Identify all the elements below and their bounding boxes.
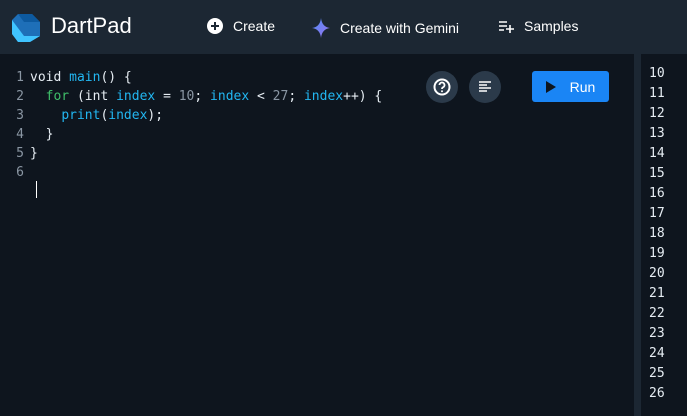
code-token: index <box>303 89 344 104</box>
code-token: print <box>61 108 101 123</box>
app-title: DartPad <box>51 13 132 38</box>
code-token: ; <box>194 89 211 104</box>
output-line: 22 <box>649 306 665 321</box>
add-circle-icon <box>207 18 223 34</box>
output-line: 13 <box>649 126 665 141</box>
output-line: 25 <box>649 366 665 381</box>
line-number: 6 <box>16 165 24 180</box>
output-line: 18 <box>649 226 665 241</box>
gemini-sparkle-icon <box>312 18 330 38</box>
console-output: 10 11 12 13 14 15 16 17 18 19 20 21 22 23 24 25 26 <box>641 54 687 416</box>
line-number: 3 <box>16 108 24 123</box>
format-button[interactable] <box>469 71 501 103</box>
code-token: = <box>155 89 179 104</box>
code-token: 27 <box>272 89 289 104</box>
output-line: 14 <box>649 146 665 161</box>
app-header: DartPad Create Create with Gemini Sample… <box>0 0 687 54</box>
output-line: 24 <box>649 346 665 361</box>
code-token: index <box>210 89 250 104</box>
code-token: index <box>116 89 156 104</box>
help-icon <box>433 78 451 96</box>
output-line: 11 <box>649 86 665 101</box>
format-align-left-icon <box>479 81 491 92</box>
create-with-gemini-button[interactable]: Create with Gemini <box>312 18 459 38</box>
code-line[interactable]: 2 for (int index = 10; index < 27; index… <box>0 87 382 106</box>
code-line[interactable]: 4 } <box>0 125 382 144</box>
text-cursor <box>36 181 37 198</box>
output-line: 10 <box>649 66 665 81</box>
dart-logo-icon <box>12 14 40 42</box>
output-line: 17 <box>649 206 665 221</box>
code-token: for <box>30 89 70 104</box>
code-token: < <box>249 89 273 104</box>
code-line[interactable]: 6 <box>0 163 382 182</box>
line-number: 5 <box>16 146 24 161</box>
output-line: 23 <box>649 326 665 341</box>
create-button[interactable]: Create <box>207 18 275 34</box>
line-number: 4 <box>16 127 24 142</box>
code-token: } <box>30 127 54 142</box>
code-line[interactable]: 3 print(index); <box>0 106 382 125</box>
code-lines[interactable]: 1 void main() { 2 for (int index = 10; ind… <box>0 68 382 182</box>
code-token: ); <box>147 108 164 123</box>
run-label: Run <box>569 78 596 95</box>
code-token: void <box>30 70 70 85</box>
line-number: 1 <box>16 70 24 85</box>
output-line: 21 <box>649 286 665 301</box>
help-button[interactable] <box>426 71 458 103</box>
output-line: 19 <box>649 246 665 261</box>
code-token: main <box>69 70 101 85</box>
code-token: 10 <box>178 89 195 104</box>
code-token: ; <box>288 89 304 104</box>
code-token: (int <box>69 89 117 104</box>
samples-label: Samples <box>524 18 579 34</box>
panel-splitter[interactable] <box>634 54 641 416</box>
line-number: 2 <box>16 89 24 104</box>
output-line: 15 <box>649 166 665 181</box>
playlist-add-icon <box>499 21 514 33</box>
code-editor[interactable]: 1 void main() { 2 for (int index = 10; ind… <box>0 54 634 416</box>
code-line[interactable]: 5} <box>0 144 382 163</box>
output-line: 16 <box>649 186 665 201</box>
code-token: ++) { <box>343 89 383 104</box>
create-with-gemini-label: Create with Gemini <box>340 20 460 36</box>
output-line: 12 <box>649 106 665 121</box>
play-icon <box>545 80 556 93</box>
code-token: ( <box>100 108 109 123</box>
code-line[interactable]: 1 void main() { <box>0 68 382 87</box>
samples-button[interactable]: Samples <box>498 18 578 34</box>
code-token: index <box>108 108 148 123</box>
output-line: 26 <box>649 386 665 401</box>
output-line: 20 <box>649 266 665 281</box>
code-token: () { <box>100 70 132 85</box>
run-button[interactable]: Run <box>532 71 609 102</box>
code-token: } <box>30 146 38 161</box>
create-label: Create <box>233 18 276 34</box>
